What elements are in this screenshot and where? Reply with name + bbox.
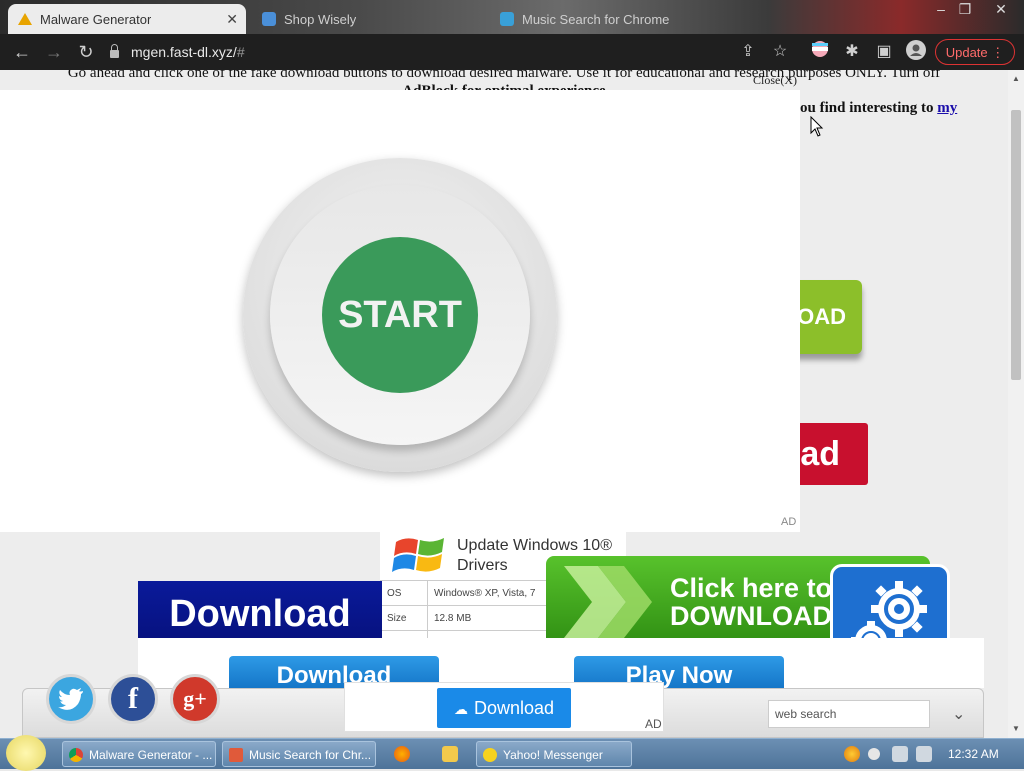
update-label: Update (945, 45, 988, 60)
bookmark-star-icon[interactable]: ☆ (768, 40, 792, 64)
ad-label: AD (781, 516, 797, 528)
click-here-text: Click here to DOWNLOAD (670, 574, 832, 630)
tab-shop-wisely[interactable]: Shop Wisely (252, 4, 482, 34)
url-hash: # (236, 44, 245, 60)
tab-music-search[interactable]: Music Search for Chrome (490, 4, 720, 34)
update-button[interactable]: Update ⋮ (935, 39, 1015, 65)
overlay-ad: START AD (0, 90, 800, 532)
web-search-input[interactable]: web search (768, 700, 930, 728)
taskbar-item-yahoo-messenger[interactable]: Yahoo! Messenger (476, 741, 632, 767)
tab-title: Music Search for Chrome (522, 11, 670, 27)
taskbar-item-label: Music Search for Chr... (249, 748, 372, 762)
tab-title: Malware Generator (40, 11, 152, 27)
bottom-download-ad: ☁ Download AD (344, 682, 664, 732)
close-tab-icon[interactable]: ✕ (226, 11, 238, 28)
taskbar-item-label: Malware Generator - ... (89, 748, 213, 762)
tab-strip: Malware Generator ✕ Shop Wisely Music Se… (0, 0, 1024, 34)
tab-favicon-icon (500, 12, 514, 26)
extension-flag-icon[interactable] (808, 40, 832, 64)
scroll-down-icon[interactable]: ▼ (1012, 724, 1020, 733)
warning-icon (18, 13, 32, 25)
start-orb-icon[interactable] (6, 735, 46, 771)
taskbar-item-malware-generator[interactable]: Malware Generator - ... (62, 741, 216, 767)
facebook-icon[interactable]: f (108, 674, 158, 724)
tab-malware-generator[interactable]: Malware Generator ✕ (8, 4, 246, 34)
app-icon (229, 748, 243, 762)
mouse-cursor-icon (810, 116, 824, 137)
taskbar: Malware Generator - ... Music Search for… (0, 735, 1024, 771)
download-label: Download (473, 698, 555, 718)
share-icon[interactable]: ⇪ (736, 40, 760, 64)
click-here-line-2: DOWNLOAD (670, 601, 832, 631)
chrome-icon (69, 748, 83, 762)
google-plus-icon[interactable]: g+ (170, 674, 220, 724)
back-arrow-icon[interactable]: ← (6, 42, 38, 63)
url-host: mgen.fast-dl.xyz/ (131, 44, 237, 60)
ad-label: AD (645, 717, 662, 731)
profile-avatar-icon[interactable] (904, 40, 928, 64)
firefox-icon[interactable] (394, 746, 410, 762)
restore-icon[interactable]: ❐ (950, 0, 980, 18)
chevron-down-icon[interactable]: ⌄ (952, 704, 965, 724)
my-link[interactable]: my (937, 100, 957, 116)
web-page: Go ahead and click one of the fake downl… (0, 70, 1008, 738)
scroll-thumb[interactable] (1011, 110, 1021, 380)
forward-arrow-icon[interactable]: → (38, 42, 70, 63)
right-text-fragment: ou find interesting to (800, 100, 938, 116)
spec-key: Size (380, 605, 428, 631)
download-button[interactable]: ☁ Download (437, 688, 571, 728)
yahoo-messenger-icon (483, 748, 497, 762)
address-bar[interactable]: mgen.fast-dl.xyz/# (110, 34, 245, 70)
start-button-ring: START (243, 158, 557, 472)
tab-favicon-icon (262, 12, 276, 26)
start-button-bezel: START (270, 185, 530, 445)
close-ad-button[interactable]: Close(X) (753, 73, 797, 88)
twitter-icon[interactable] (46, 674, 96, 724)
taskbar-item-music-search[interactable]: Music Search for Chr... (222, 741, 376, 767)
start-button[interactable]: START (322, 237, 478, 393)
tab-title: Shop Wisely (284, 11, 357, 27)
volume-icon[interactable] (916, 746, 932, 762)
reload-icon[interactable]: ↻ (70, 42, 102, 63)
messenger-tray-icon[interactable] (868, 748, 880, 760)
click-here-line-1: Click here to (670, 573, 833, 603)
taskbar-item-label: Yahoo! Messenger (503, 748, 603, 762)
scroll-up-icon[interactable]: ▲ (1012, 74, 1020, 83)
side-panel-icon[interactable]: ▣ (872, 40, 896, 64)
lock-icon (110, 44, 119, 58)
search-tray-icon[interactable] (844, 746, 860, 762)
network-icon[interactable] (892, 746, 908, 762)
right-partial-text: ou find interesting to my (800, 100, 957, 117)
windows-logo-icon (392, 538, 444, 572)
page-scrollbar[interactable]: ▲ ▼ (1008, 70, 1024, 738)
chevron-arrows-icon (564, 566, 652, 638)
spec-key: OS (380, 580, 428, 606)
intro-line-1: Go ahead and click one of the fake downl… (67, 70, 941, 81)
clock[interactable]: 12:32 AM (948, 739, 999, 769)
folder-icon[interactable] (442, 746, 458, 762)
window-close-icon[interactable]: ✕ (986, 0, 1016, 18)
puzzle-extensions-icon[interactable]: ✱ (840, 40, 864, 64)
cloud-download-icon: ☁ (453, 701, 468, 717)
browser-toolbar: ← → ↻ mgen.fast-dl.xyz/# ⇪ ☆ ✱ ▣ Update … (0, 34, 1024, 70)
